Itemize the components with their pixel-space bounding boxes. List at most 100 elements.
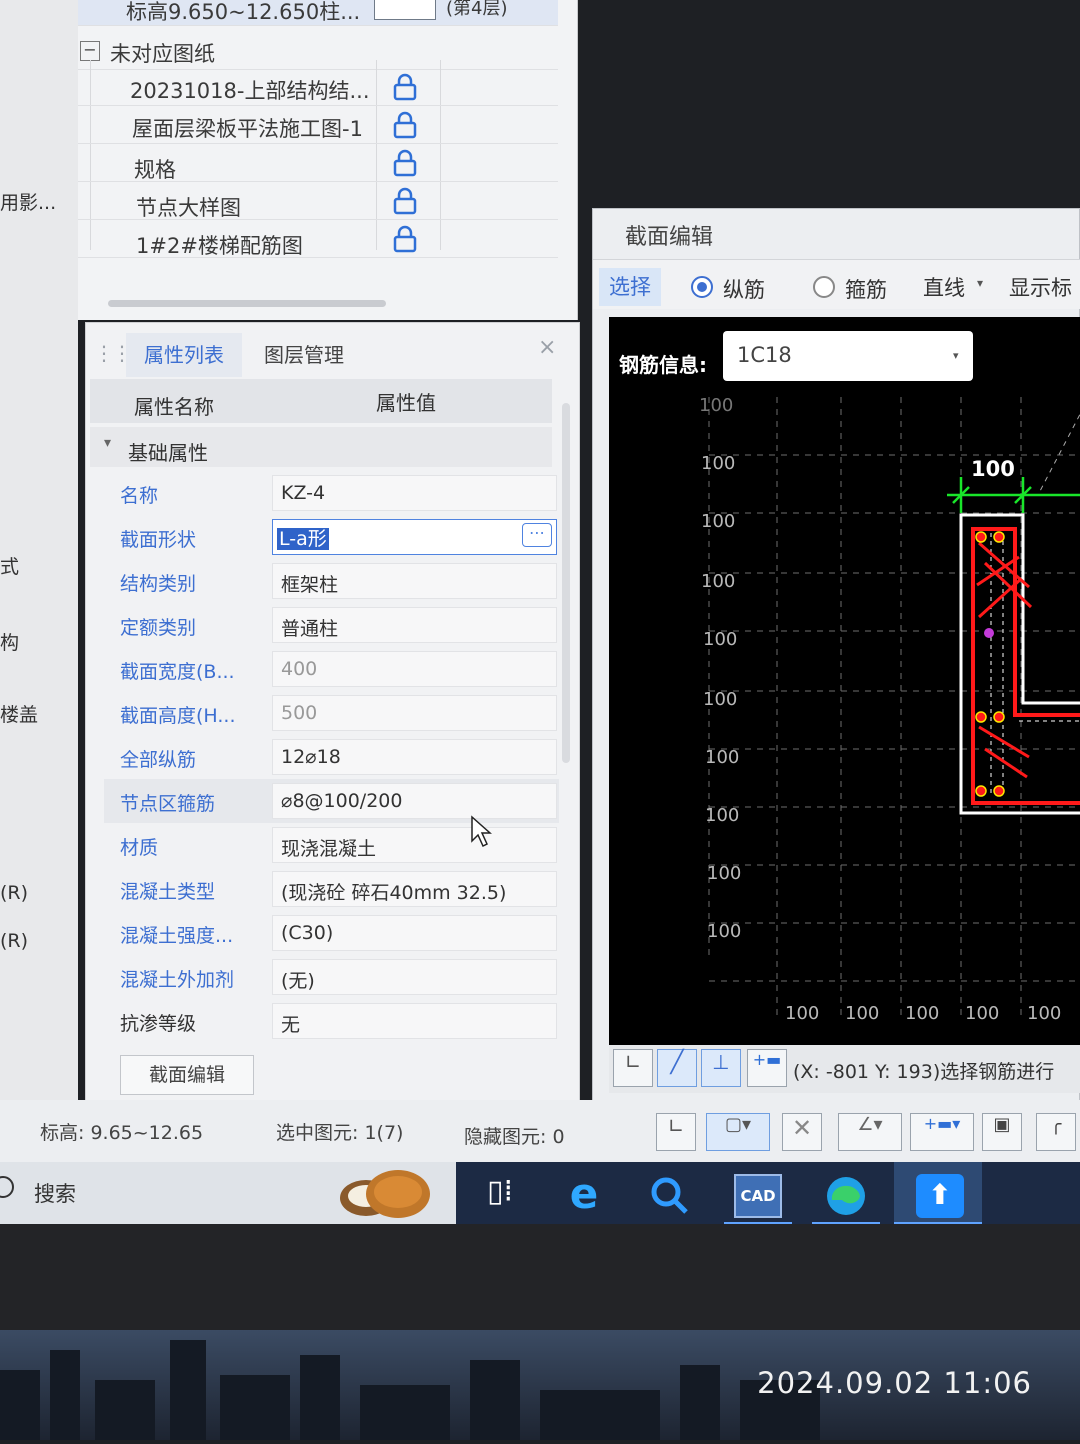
- horizontal-scrollbar[interactable]: [108, 300, 386, 307]
- property-row[interactable]: 截面形状 L-a形 ⋯: [104, 515, 559, 559]
- radio-longitudinal[interactable]: [691, 276, 713, 298]
- delete-tool-icon[interactable]: ✕: [782, 1113, 822, 1151]
- tab-layer-management[interactable]: 图层管理: [246, 333, 362, 377]
- tree-item-floor: (第4层): [446, 0, 508, 19]
- display-tool-icon[interactable]: ▣: [982, 1113, 1022, 1151]
- grid-label: 100: [703, 689, 738, 710]
- lock-icon[interactable]: [390, 148, 420, 178]
- arc-tool-icon[interactable]: ╭: [1036, 1113, 1076, 1151]
- property-value[interactable]: (现浇砼 碎石40mm 32.5): [272, 871, 557, 907]
- chevron-down-icon[interactable]: ▾: [977, 276, 983, 290]
- tree-item[interactable]: 节点大样图: [78, 182, 558, 220]
- property-value[interactable]: 无: [272, 1003, 557, 1039]
- left-strip-item[interactable]: 用影...: [0, 188, 56, 215]
- property-name: 结构类别: [120, 573, 197, 595]
- perpendicular-icon[interactable]: ⊥: [701, 1049, 741, 1087]
- tab-property-list[interactable]: 属性列表: [126, 333, 242, 377]
- property-row[interactable]: 混凝土强度... (C30): [104, 911, 559, 955]
- display-menu[interactable]: 显示标: [1009, 272, 1072, 302]
- lock-icon[interactable]: [390, 224, 420, 254]
- taskbar-search[interactable]: 搜索: [34, 1178, 76, 1208]
- rectangle-tool-icon[interactable]: ▢▾: [706, 1113, 770, 1151]
- left-strip-item[interactable]: (R): [0, 930, 28, 952]
- add-tool-icon[interactable]: +▬▾: [910, 1113, 974, 1151]
- property-row[interactable]: 名称 KZ-4: [104, 471, 559, 515]
- left-strip-item[interactable]: 楼盖: [0, 700, 38, 727]
- search-app-icon[interactable]: [646, 1174, 694, 1218]
- dialog-bottom-toolbar: ∟ ╱ ⊥ +▬ (X: -801 Y: 193)选择钢筋进行: [609, 1045, 1080, 1093]
- grid-label: 100: [707, 863, 742, 884]
- property-name: 定额类别: [120, 617, 197, 639]
- tree-item[interactable]: 规格: [78, 144, 558, 182]
- expand-icon[interactable]: ▾: [104, 435, 111, 451]
- section-edit-button[interactable]: 截面编辑: [120, 1055, 254, 1095]
- search-icon[interactable]: [0, 1176, 14, 1198]
- property-row[interactable]: 混凝土外加剂 (无): [104, 955, 559, 999]
- ellipsis-button[interactable]: ⋯: [522, 523, 552, 547]
- corner-tool-icon[interactable]: ∟: [613, 1049, 653, 1087]
- radio-longitudinal-label[interactable]: 纵筋: [723, 274, 765, 304]
- property-row[interactable]: 截面高度(H... 500: [104, 691, 559, 735]
- ie-browser-icon[interactable]: e: [560, 1173, 608, 1218]
- left-strip-item[interactable]: (R): [0, 882, 28, 904]
- select-button[interactable]: 选择: [599, 268, 661, 306]
- glodon-app-icon[interactable]: ⬆: [916, 1174, 964, 1218]
- coconut-icon[interactable]: [336, 1166, 436, 1222]
- tree-item-label: 1#2#楼梯配筋图: [136, 234, 303, 258]
- property-row[interactable]: 混凝土类型 (现浇砼 碎石40mm 32.5): [104, 867, 559, 911]
- property-name: 节点区箍筋: [120, 793, 216, 815]
- lock-icon[interactable]: [390, 110, 420, 140]
- lock-icon[interactable]: [390, 186, 420, 216]
- left-strip-item[interactable]: 式: [0, 552, 19, 579]
- tree-item[interactable]: 1#2#楼梯配筋图: [78, 220, 558, 258]
- lock-icon[interactable]: [374, 0, 436, 20]
- property-value[interactable]: 400: [272, 651, 557, 687]
- angle-tool-icon[interactable]: ∠▾: [838, 1113, 902, 1151]
- property-row[interactable]: 抗渗等级 无: [104, 999, 559, 1043]
- property-value[interactable]: ⌀8@100/200: [272, 783, 557, 819]
- selected-text: L-a形: [277, 528, 329, 550]
- property-value[interactable]: 普通柱: [272, 607, 557, 643]
- property-value[interactable]: (无): [272, 959, 557, 995]
- property-name: 材质: [120, 837, 159, 859]
- radio-stirrup[interactable]: [813, 276, 835, 298]
- radio-stirrup-label[interactable]: 箍筋: [845, 274, 887, 304]
- property-value[interactable]: 框架柱: [272, 563, 557, 599]
- property-row[interactable]: 截面宽度(B... 400: [104, 647, 559, 691]
- tree-item[interactable]: 屋面层梁板平法施工图-1: [78, 106, 558, 144]
- vertical-scrollbar[interactable]: [562, 403, 570, 763]
- drag-handle-icon[interactable]: ⋮⋮: [94, 341, 132, 365]
- line-dropdown[interactable]: 直线: [923, 272, 965, 302]
- property-value[interactable]: 12⌀18: [272, 739, 557, 775]
- cad-app-icon[interactable]: CAD: [734, 1174, 782, 1218]
- property-row[interactable]: 结构类别 框架柱: [104, 559, 559, 603]
- close-icon[interactable]: ×: [538, 335, 556, 360]
- coordinates-readout: (X: -801 Y: 193)选择钢筋进行: [793, 1061, 1055, 1083]
- section-basic[interactable]: ▾ 基础属性: [90, 427, 552, 467]
- grid-label: 100: [785, 1003, 820, 1024]
- property-row[interactable]: 定额类别 普通柱: [104, 603, 559, 647]
- corner-tool-icon[interactable]: ∟: [656, 1113, 696, 1151]
- property-value[interactable]: (C30): [272, 915, 557, 951]
- section-editor-dialog: 截面编辑 选择 纵筋 箍筋 直线 ▾ 显示标 钢筋信息: 1C18 ▾ 100 …: [592, 208, 1080, 1108]
- status-hidden: 隐藏图元: 0: [464, 1126, 565, 1148]
- edge-browser-icon[interactable]: [822, 1174, 870, 1218]
- property-name: 名称: [120, 485, 159, 507]
- property-value[interactable]: 现浇混凝土: [272, 827, 557, 863]
- left-strip-item[interactable]: 构: [0, 628, 19, 655]
- status-elevation: 标高: 9.65~12.65: [40, 1122, 204, 1144]
- diagonal-line-icon[interactable]: ╱: [657, 1049, 697, 1087]
- tree-item-current[interactable]: 标高9.650~12.650柱... (第4层): [78, 0, 558, 26]
- property-row[interactable]: 全部纵筋 12⌀18: [104, 735, 559, 779]
- tree-item[interactable]: 20231018-上部结构结...: [78, 68, 558, 106]
- header-property-value: 属性值: [376, 391, 436, 415]
- lock-icon[interactable]: [390, 72, 420, 102]
- tree-group[interactable]: − 未对应图纸: [78, 32, 558, 70]
- property-value[interactable]: KZ-4: [272, 475, 557, 511]
- add-rebar-icon[interactable]: +▬: [747, 1049, 787, 1087]
- task-view-icon[interactable]: ▯⁞: [476, 1174, 524, 1218]
- property-value[interactable]: 500: [272, 695, 557, 731]
- section-canvas[interactable]: 钢筋信息: 1C18 ▾ 100 100 100 100 100 100 100…: [609, 317, 1080, 1045]
- shape-input[interactable]: L-a形: [272, 519, 557, 555]
- collapse-icon[interactable]: −: [80, 41, 100, 61]
